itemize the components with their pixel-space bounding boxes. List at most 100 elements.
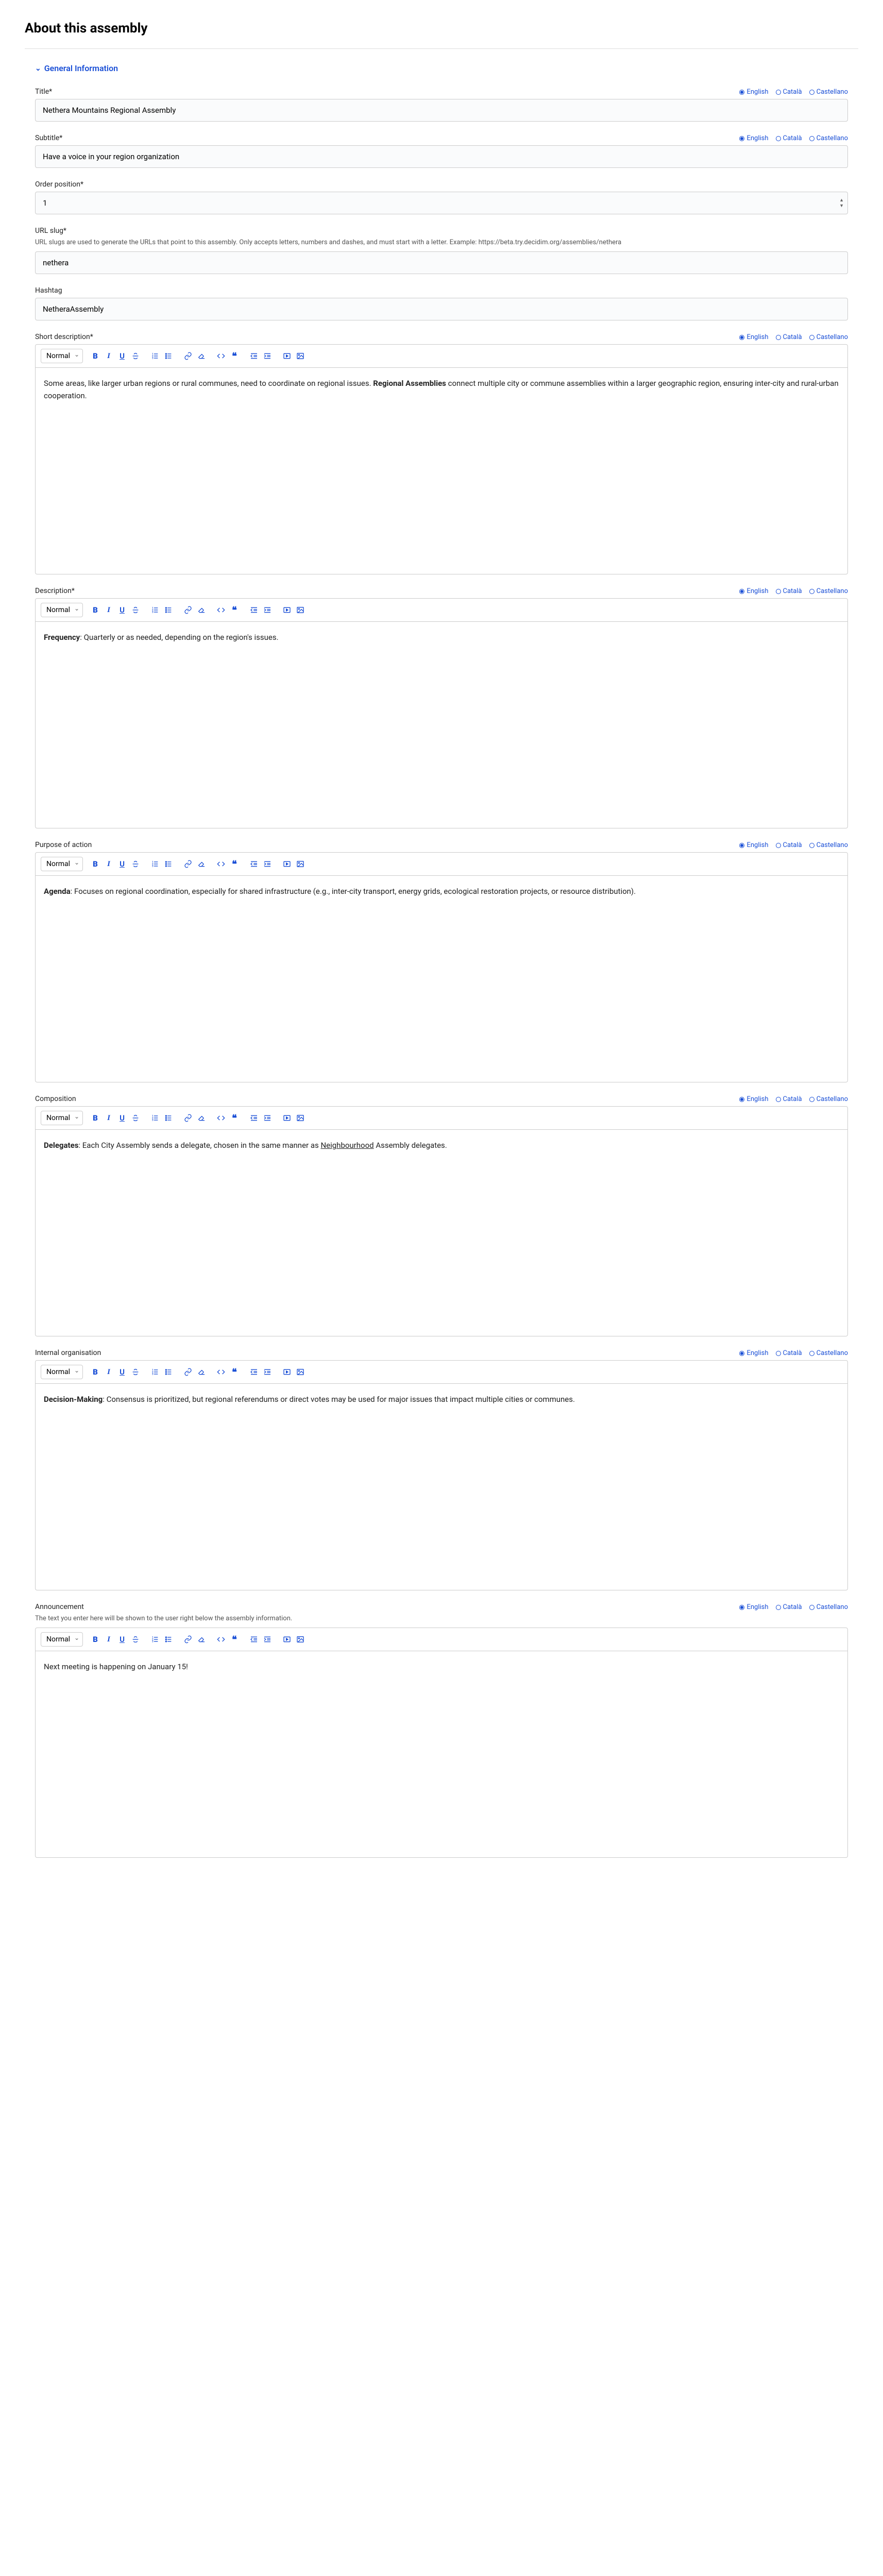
lang-tab-castellano[interactable]: Castellano: [809, 1095, 848, 1103]
underline-button[interactable]: U: [116, 350, 128, 362]
indent-button[interactable]: [261, 1366, 274, 1378]
video-button[interactable]: [281, 1112, 293, 1124]
quote-button[interactable]: ❝: [228, 858, 241, 870]
code-button[interactable]: [215, 350, 227, 362]
strike-button[interactable]: [129, 1366, 142, 1378]
section-toggle-general-information[interactable]: ⌄ General Information: [25, 63, 858, 73]
ordered-list-button[interactable]: 123: [149, 1366, 161, 1378]
lang-tab-català[interactable]: Català: [776, 1095, 802, 1103]
link-button[interactable]: [182, 350, 194, 362]
underline-button[interactable]: U: [116, 1633, 128, 1646]
indent-button[interactable]: [261, 1112, 274, 1124]
indent-button[interactable]: [261, 1633, 274, 1646]
lang-tab-català[interactable]: Català: [776, 841, 802, 849]
subtitle-input[interactable]: [35, 145, 848, 168]
code-button[interactable]: [215, 604, 227, 616]
quote-button[interactable]: ❝: [228, 1112, 241, 1124]
image-button[interactable]: [294, 858, 307, 870]
ordered-list-button[interactable]: 123: [149, 1633, 161, 1646]
outdent-button[interactable]: [248, 350, 260, 362]
outdent-button[interactable]: [248, 858, 260, 870]
ordered-list-button[interactable]: 123: [149, 350, 161, 362]
italic-button[interactable]: I: [103, 1633, 115, 1646]
bold-button[interactable]: B: [89, 1366, 101, 1378]
lang-tab-castellano[interactable]: Castellano: [809, 88, 848, 96]
link-button[interactable]: [182, 1366, 194, 1378]
lang-tab-català[interactable]: Català: [776, 587, 802, 595]
image-button[interactable]: [294, 1633, 307, 1646]
format-dropdown[interactable]: Normal: [41, 349, 83, 363]
internal_org-content[interactable]: Decision-Making: Consensus is prioritize…: [36, 1384, 847, 1590]
quote-button[interactable]: ❝: [228, 604, 241, 616]
erase-button[interactable]: [195, 350, 208, 362]
format-dropdown[interactable]: Normal: [41, 1365, 83, 1379]
image-button[interactable]: [294, 1366, 307, 1378]
lang-tab-english[interactable]: English: [739, 841, 768, 849]
outdent-button[interactable]: [248, 1366, 260, 1378]
erase-button[interactable]: [195, 604, 208, 616]
video-button[interactable]: [281, 350, 293, 362]
erase-button[interactable]: [195, 1633, 208, 1646]
composition-content[interactable]: Delegates: Each City Assembly sends a de…: [36, 1130, 847, 1336]
lang-tab-català[interactable]: Català: [776, 1349, 802, 1357]
lang-tab-english[interactable]: English: [739, 1349, 768, 1357]
bullet-list-button[interactable]: [162, 350, 175, 362]
lang-tab-castellano[interactable]: Castellano: [809, 841, 848, 849]
erase-button[interactable]: [195, 858, 208, 870]
lang-tab-english[interactable]: English: [739, 1095, 768, 1103]
outdent-button[interactable]: [248, 604, 260, 616]
lang-tab-castellano[interactable]: Castellano: [809, 1603, 848, 1611]
video-button[interactable]: [281, 604, 293, 616]
announcement-content[interactable]: Next meeting is happening on January 15!: [36, 1651, 847, 1857]
bullet-list-button[interactable]: [162, 1112, 175, 1124]
code-button[interactable]: [215, 858, 227, 870]
italic-button[interactable]: I: [103, 350, 115, 362]
image-button[interactable]: [294, 1112, 307, 1124]
bullet-list-button[interactable]: [162, 858, 175, 870]
underline-button[interactable]: U: [116, 604, 128, 616]
lang-tab-english[interactable]: English: [739, 333, 768, 341]
lang-tab-english[interactable]: English: [739, 587, 768, 595]
code-button[interactable]: [215, 1112, 227, 1124]
format-dropdown[interactable]: Normal: [41, 1111, 83, 1125]
link-button[interactable]: [182, 1633, 194, 1646]
lang-tab-castellano[interactable]: Castellano: [809, 1349, 848, 1357]
number-spinner[interactable]: ▲▼: [839, 197, 844, 209]
indent-button[interactable]: [261, 604, 274, 616]
strike-button[interactable]: [129, 350, 142, 362]
lang-tab-english[interactable]: English: [739, 88, 768, 96]
link-button[interactable]: [182, 1112, 194, 1124]
ordered-list-button[interactable]: 123: [149, 1112, 161, 1124]
lang-tab-castellano[interactable]: Castellano: [809, 587, 848, 595]
lang-tab-català[interactable]: Català: [776, 88, 802, 96]
bullet-list-button[interactable]: [162, 1366, 175, 1378]
lang-tab-castellano[interactable]: Castellano: [809, 333, 848, 341]
hashtag-input[interactable]: [35, 298, 848, 320]
bold-button[interactable]: B: [89, 1112, 101, 1124]
ordered-list-button[interactable]: 123: [149, 858, 161, 870]
italic-button[interactable]: I: [103, 858, 115, 870]
lang-tab-català[interactable]: Català: [776, 1603, 802, 1611]
url-slug-input[interactable]: [35, 251, 848, 274]
ordered-list-button[interactable]: 123: [149, 604, 161, 616]
italic-button[interactable]: I: [103, 1112, 115, 1124]
link-button[interactable]: [182, 858, 194, 870]
lang-tab-english[interactable]: English: [739, 1603, 768, 1611]
format-dropdown[interactable]: Normal: [41, 857, 83, 871]
erase-button[interactable]: [195, 1366, 208, 1378]
underline-button[interactable]: U: [116, 1366, 128, 1378]
strike-button[interactable]: [129, 604, 142, 616]
image-button[interactable]: [294, 350, 307, 362]
indent-button[interactable]: [261, 858, 274, 870]
video-button[interactable]: [281, 1366, 293, 1378]
format-dropdown[interactable]: Normal: [41, 1632, 83, 1647]
bold-button[interactable]: B: [89, 858, 101, 870]
video-button[interactable]: [281, 858, 293, 870]
underline-button[interactable]: U: [116, 858, 128, 870]
lang-tab-català[interactable]: Català: [776, 333, 802, 341]
italic-button[interactable]: I: [103, 604, 115, 616]
quote-button[interactable]: ❝: [228, 350, 241, 362]
lang-tab-català[interactable]: Català: [776, 134, 802, 142]
link-button[interactable]: [182, 604, 194, 616]
strike-button[interactable]: [129, 858, 142, 870]
